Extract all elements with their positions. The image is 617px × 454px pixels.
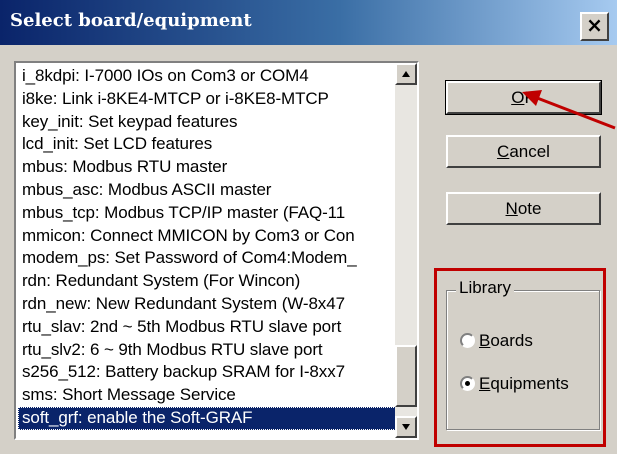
scroll-thumb[interactable]: [395, 345, 417, 407]
cancel-label-rest: ancel: [509, 142, 550, 161]
cancel-button[interactable]: Cancel: [446, 135, 601, 168]
red-arrow-icon: [522, 90, 616, 130]
note-button[interactable]: Note: [446, 192, 601, 225]
triangle-up-icon: [402, 71, 410, 77]
list-item[interactable]: rtu_slv2: 6 ~ 9th Modbus RTU slave port: [18, 339, 396, 362]
list-item[interactable]: mbus: Modbus RTU master: [18, 156, 396, 179]
triangle-down-icon: [402, 424, 410, 430]
list-item[interactable]: soft_grf: enable the Soft-GRAF: [18, 406, 396, 430]
list-item[interactable]: modem_ps: Set Password of Com4:Modem_: [18, 247, 396, 270]
vertical-scrollbar[interactable]: [395, 63, 417, 438]
list-item[interactable]: sms: Short Message Service: [18, 384, 396, 407]
select-board-dialog: Select board/equipment × i_8kdpi: I-7000…: [0, 0, 617, 454]
close-button[interactable]: ×: [580, 12, 609, 41]
list-item[interactable]: s256_512: Battery backup SRAM for I-8xx7: [18, 361, 396, 384]
note-label-rest: ote: [517, 199, 542, 218]
list-item[interactable]: mbus_tcp: Modbus TCP/IP master (FAQ-11: [18, 202, 396, 225]
title-bar[interactable]: Select board/equipment ×: [0, 0, 617, 45]
list-item[interactable]: i_8kdpi: I-7000 IOs on Com3 or COM4: [18, 65, 396, 88]
list-item[interactable]: rtu_slav: 2nd ~ 5th Modbus RTU slave por…: [18, 316, 396, 339]
list-item[interactable]: mbus_asc: Modbus ASCII master: [18, 179, 396, 202]
list-item[interactable]: i8ke: Link i-8KE4-MTCP or i-8KE8-MTCP: [18, 88, 396, 111]
scroll-down-button[interactable]: [395, 416, 417, 438]
note-mnemonic: N: [505, 199, 518, 218]
list-item[interactable]: rdn: Redundant System (For Wincon): [18, 270, 396, 293]
list-item[interactable]: rdn_new: New Redundant System (W-8x47: [18, 293, 396, 316]
list-item[interactable]: mmicon: Connect MMICON by Com3 or Con: [18, 225, 396, 248]
list-items: i_8kdpi: I-7000 IOs on Com3 or COM4 i8ke:…: [18, 65, 396, 430]
list-item[interactable]: key_init: Set keypad features: [18, 111, 396, 134]
equipment-listbox[interactable]: i_8kdpi: I-7000 IOs on Com3 or COM4 i8ke:…: [14, 61, 419, 440]
highlight-box: [434, 268, 606, 447]
dialog-title: Select board/equipment: [10, 10, 252, 31]
scroll-up-button[interactable]: [395, 63, 417, 85]
list-item[interactable]: lcd_init: Set LCD features: [18, 133, 396, 156]
cancel-mnemonic: C: [497, 142, 510, 161]
